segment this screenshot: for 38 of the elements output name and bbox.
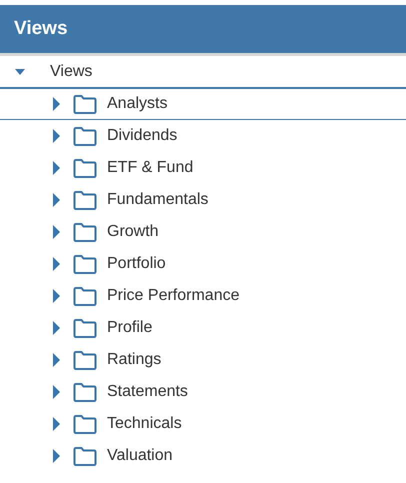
tree-item[interactable]: Profile	[107, 319, 152, 337]
folder-icon	[73, 158, 97, 178]
caret-right-icon[interactable]	[50, 256, 62, 272]
caret-right-icon[interactable]	[50, 224, 62, 240]
caret-right-icon[interactable]	[50, 128, 62, 144]
folder-icon	[73, 350, 97, 370]
tree-item[interactable]: Statements	[107, 383, 188, 401]
tree-item[interactable]: Analysts	[107, 95, 168, 113]
folder-icon	[73, 414, 97, 434]
caret-right-icon[interactable]	[50, 320, 62, 336]
tree-item[interactable]: Valuation	[107, 447, 173, 465]
folder-icon	[73, 382, 97, 402]
tree-item[interactable]: Fundamentals	[107, 191, 208, 209]
folder-icon	[73, 222, 97, 242]
caret-right-icon[interactable]	[50, 288, 62, 304]
folder-icon	[73, 94, 97, 114]
caret-right-icon[interactable]	[50, 160, 62, 176]
panel-title: Views	[14, 18, 68, 40]
tree-item[interactable]: Technicals	[107, 415, 182, 433]
caret-right-icon[interactable]	[50, 352, 62, 368]
tree-item[interactable]: Portfolio	[107, 255, 166, 273]
folder-icon	[73, 190, 97, 210]
tree-item[interactable]: Growth	[107, 223, 159, 241]
folder-icon	[73, 254, 97, 274]
caret-right-icon[interactable]	[50, 416, 62, 432]
folder-icon	[73, 446, 97, 466]
caret-right-icon[interactable]	[50, 96, 62, 112]
folder-icon	[73, 126, 97, 146]
tree-item[interactable]: Views	[50, 63, 92, 81]
tree-item[interactable]: ETF & Fund	[107, 159, 194, 177]
tree-item[interactable]: Price Performance	[107, 287, 240, 305]
folder-icon	[73, 286, 97, 306]
folder-icon	[73, 318, 97, 338]
caret-right-icon[interactable]	[50, 384, 62, 400]
tree-item[interactable]: Ratings	[107, 351, 162, 369]
caret-right-icon[interactable]	[50, 192, 62, 208]
caret-right-icon[interactable]	[50, 448, 62, 464]
tree-item[interactable]: Dividends	[107, 127, 178, 145]
